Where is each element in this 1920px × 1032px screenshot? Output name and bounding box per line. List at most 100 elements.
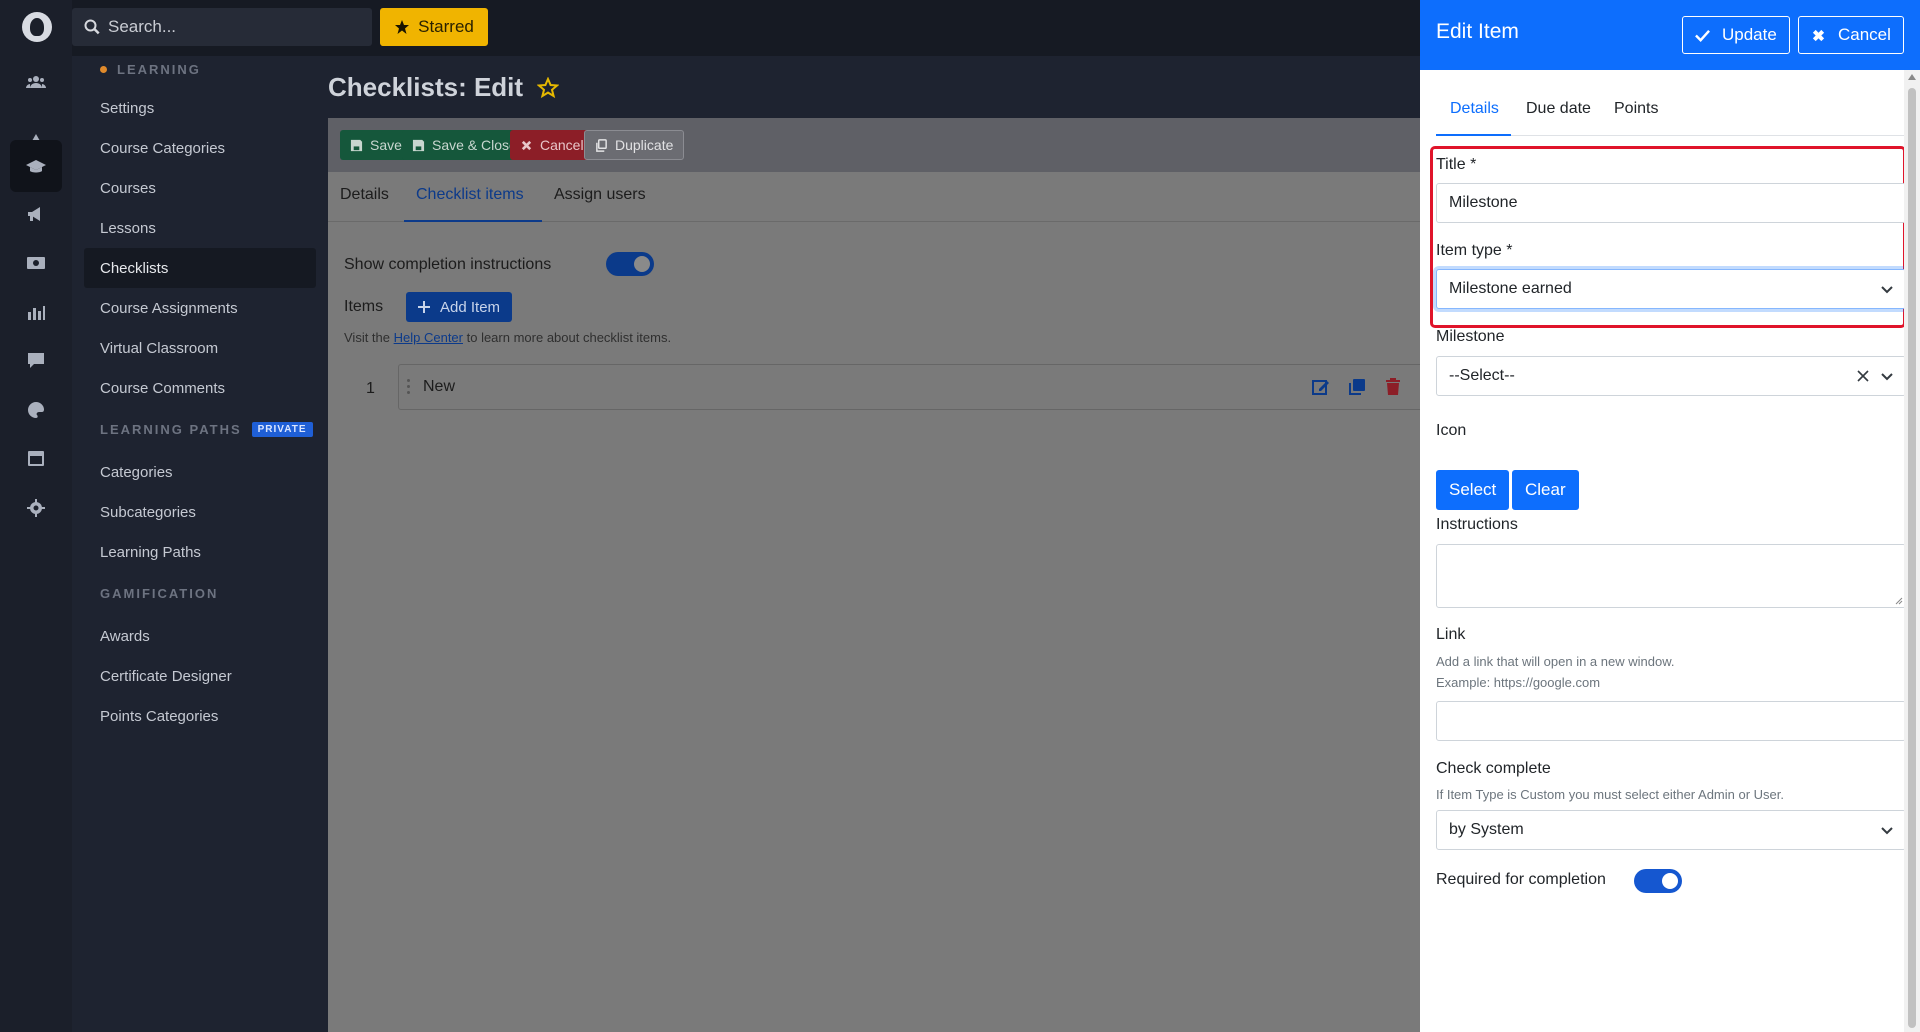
search-icon bbox=[84, 19, 100, 35]
update-button[interactable]: Update bbox=[1682, 16, 1790, 54]
sidebar-item-certificate-designer[interactable]: Certificate Designer bbox=[84, 656, 316, 696]
calendar-nav-icon[interactable] bbox=[10, 432, 62, 484]
sidebar-item-lessons[interactable]: Lessons bbox=[84, 208, 316, 248]
item-index: 1 bbox=[366, 380, 375, 397]
active-tab-indicator bbox=[404, 220, 542, 222]
sidebar-item-label: Checklists bbox=[100, 259, 169, 277]
sidebar-item-settings[interactable]: Settings bbox=[84, 88, 316, 128]
megaphone-icon bbox=[28, 207, 40, 221]
users-nav-icon[interactable] bbox=[10, 56, 62, 108]
chevron-down-icon bbox=[1881, 373, 1893, 381]
section-learning-paths: LEARNING PATHS PRIVATE bbox=[100, 422, 313, 437]
scrollbar-thumb[interactable] bbox=[1908, 88, 1916, 1028]
sidebar-item-checklists[interactable]: Checklists bbox=[84, 248, 316, 288]
announcements-nav-icon[interactable] bbox=[10, 188, 62, 240]
favorite-star-icon[interactable] bbox=[537, 76, 560, 99]
add-item-button[interactable]: Add Item bbox=[406, 292, 513, 322]
sidebar-item-subcategories[interactable]: Subcategories bbox=[84, 492, 316, 532]
sidebar-item-label: Points Categories bbox=[100, 707, 219, 725]
tab-points[interactable]: Points bbox=[1614, 100, 1658, 118]
form-toolbar: Save Save & Close Cancel Duplicate bbox=[328, 118, 1420, 172]
tab-checklist-items[interactable]: Checklist items bbox=[416, 186, 524, 204]
sidebar-item-categories[interactable]: Categories bbox=[84, 452, 316, 492]
search-input[interactable] bbox=[108, 17, 348, 37]
show-instructions-toggle[interactable] bbox=[606, 252, 654, 276]
panel-tabs: Details Due date Points bbox=[1436, 90, 1904, 136]
sidebar-item-courses[interactable]: Courses bbox=[84, 168, 316, 208]
edit-icon[interactable] bbox=[1311, 377, 1331, 397]
sidebar-item-label: Course Assignments bbox=[100, 299, 238, 317]
title-value: Milestone bbox=[1449, 194, 1518, 211]
chevron-down-icon bbox=[1881, 286, 1893, 294]
save-label: Save bbox=[370, 137, 402, 153]
chevron-down-icon bbox=[1881, 827, 1893, 835]
sidebar: LEARNING Settings Course Categories Cour… bbox=[72, 56, 328, 1032]
search-box[interactable] bbox=[72, 8, 372, 46]
close-icon bbox=[521, 140, 532, 150]
drag-handle-icon[interactable] bbox=[407, 379, 411, 395]
help-text: Visit the Help Center to learn more abou… bbox=[344, 330, 671, 345]
starred-button[interactable]: Starred bbox=[380, 8, 488, 46]
sidebar-item-label: Awards bbox=[100, 627, 150, 645]
sidebar-item-learning-paths[interactable]: Learning Paths bbox=[84, 532, 316, 572]
themes-nav-icon[interactable] bbox=[10, 384, 62, 436]
icon-select-button[interactable]: Select bbox=[1436, 470, 1510, 510]
checklist-item-row[interactable]: New bbox=[398, 364, 1438, 410]
sidebar-item-points-categories[interactable]: Points Categories bbox=[84, 696, 316, 736]
update-label: Update bbox=[1722, 25, 1777, 44]
sidebar-item-label: Virtual Classroom bbox=[100, 339, 219, 357]
required-label: Required for completion bbox=[1436, 871, 1606, 888]
instructions-textarea[interactable] bbox=[1436, 544, 1906, 608]
copy-icon[interactable] bbox=[1347, 377, 1367, 397]
clear-x-icon[interactable] bbox=[1857, 370, 1869, 382]
gear-icon bbox=[27, 499, 45, 517]
icon-rail bbox=[0, 0, 72, 1032]
tab-details[interactable]: Details bbox=[1450, 100, 1499, 118]
check-complete-select[interactable]: by System bbox=[1436, 810, 1906, 850]
sidebar-item-course-assignments[interactable]: Course Assignments bbox=[84, 288, 316, 328]
graduation-cap-icon bbox=[26, 160, 46, 173]
sidebar-item-course-categories[interactable]: Course Categories bbox=[84, 128, 316, 168]
icon-clear-button[interactable]: Clear bbox=[1512, 470, 1579, 510]
milestone-select[interactable]: --Select-- bbox=[1436, 356, 1906, 396]
section-dot bbox=[100, 66, 107, 73]
tab-assign-users[interactable]: Assign users bbox=[554, 186, 646, 204]
resize-handle-icon[interactable] bbox=[1893, 595, 1903, 605]
comment-icon bbox=[28, 353, 44, 368]
sidebar-item-label: Certificate Designer bbox=[100, 667, 232, 685]
palette-icon bbox=[28, 401, 44, 418]
help-center-link[interactable]: Help Center bbox=[394, 330, 463, 345]
media-nav-icon[interactable] bbox=[10, 236, 62, 288]
duplicate-button[interactable]: Duplicate bbox=[584, 130, 685, 160]
save-close-label: Save & Close bbox=[432, 137, 517, 153]
tab-due-date[interactable]: Due date bbox=[1526, 100, 1591, 118]
milestone-label: Milestone bbox=[1436, 328, 1505, 345]
settings-nav-icon[interactable] bbox=[10, 482, 62, 534]
learning-nav-icon[interactable] bbox=[10, 140, 62, 192]
reports-nav-icon[interactable] bbox=[10, 286, 62, 338]
required-toggle[interactable] bbox=[1634, 869, 1682, 893]
sidebar-item-label: Settings bbox=[100, 99, 155, 117]
save-close-button[interactable]: Save & Close bbox=[402, 130, 527, 160]
sidebar-item-virtual-classroom[interactable]: Virtual Classroom bbox=[84, 328, 316, 368]
tab-details[interactable]: Details bbox=[340, 186, 389, 204]
panel-cancel-button[interactable]: Cancel bbox=[1798, 16, 1904, 54]
plus-icon bbox=[418, 301, 430, 313]
item-type-value: Milestone earned bbox=[1449, 280, 1572, 297]
check-complete-label: Check complete bbox=[1436, 760, 1551, 777]
title-input[interactable]: Milestone bbox=[1436, 183, 1906, 223]
trash-icon[interactable] bbox=[1383, 377, 1403, 397]
scroll-up-arrow-icon[interactable] bbox=[1908, 74, 1916, 80]
app-logo-icon[interactable] bbox=[22, 12, 52, 42]
link-input[interactable] bbox=[1436, 701, 1906, 741]
item-type-select[interactable]: Milestone earned bbox=[1436, 269, 1906, 309]
calendar-icon bbox=[28, 451, 44, 466]
icon-label: Icon bbox=[1436, 422, 1467, 439]
sidebar-item-awards[interactable]: Awards bbox=[84, 616, 316, 656]
sidebar-item-course-comments[interactable]: Course Comments bbox=[84, 368, 316, 408]
panel-scrollbar[interactable] bbox=[1904, 70, 1920, 1032]
comments-nav-icon[interactable] bbox=[10, 334, 62, 386]
cancel-button[interactable]: Cancel bbox=[510, 130, 594, 160]
floppy-icon bbox=[350, 139, 363, 151]
items-label: Items bbox=[344, 298, 384, 315]
